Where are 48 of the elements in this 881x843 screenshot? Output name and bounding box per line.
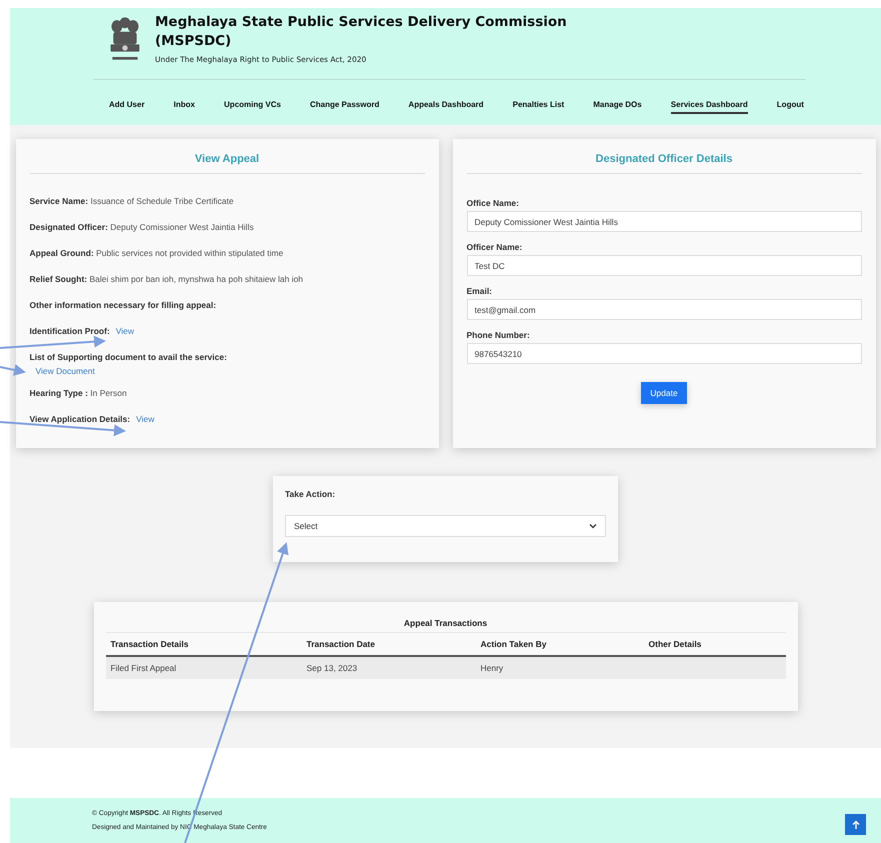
view-link[interactable]: View <box>116 326 134 336</box>
site-title: Meghalaya State Public Services Delivery Commission <box>155 13 567 32</box>
detail-text: Appeal Ground: Public services not provided within stipulated time <box>30 248 284 258</box>
column-header: Action Taken By <box>480 638 548 651</box>
view-document-link[interactable]: View Document <box>36 366 424 376</box>
arrow-up-icon <box>850 820 860 830</box>
field-label: Officer Name: <box>466 242 524 252</box>
annotation-arrow <box>0 364 26 376</box>
input-field[interactable]: 9876543210 <box>466 343 862 364</box>
nav-link[interactable]: Upcoming VCs <box>224 100 281 114</box>
field-label: Take Action: <box>285 489 336 499</box>
chevron-down-icon <box>589 523 597 529</box>
input-field[interactable]: Test DC <box>466 255 862 276</box>
table-cell: Filed First Appeal <box>110 663 176 673</box>
scroll-top-button[interactable] <box>845 814 866 835</box>
detail-label: List of Supporting document to avail the service: <box>30 352 228 362</box>
field-label: Email: <box>466 286 494 296</box>
detail-text: Service Name: Issuance of Schedule Tribe Certificate <box>30 196 235 206</box>
nav-link[interactable]: Logout <box>776 100 804 114</box>
column-header: Transaction Details <box>110 638 190 651</box>
table-cell: Sep 13, 2023 <box>306 663 358 673</box>
table-title: Appeal Transactions <box>106 618 786 633</box>
nav-link[interactable]: Appeals Dashboard <box>408 100 484 114</box>
view-link[interactable]: View <box>136 414 154 424</box>
update-button[interactable]: Update <box>641 382 687 404</box>
field-label: Office Name: <box>466 198 520 208</box>
nav-link[interactable]: Manage DOs <box>593 100 642 114</box>
action-dropdown[interactable]: Select <box>285 515 606 537</box>
nav-link[interactable]: Services Dashboard <box>670 100 748 114</box>
site-title: (MSPSDC) <box>155 32 232 51</box>
table-cell: Henry <box>480 663 504 673</box>
field-label: Phone Number: <box>466 330 531 340</box>
detail-heading: Other information necessary for filling appeal: <box>30 300 218 310</box>
detail-text: Relief Sought: Balei shim por ban ioh, mynshwa ha poh shitaiew lah ioh <box>30 274 304 284</box>
detail-text: Designated Officer: Deputy Comissioner West Jaintia Hills <box>30 222 255 232</box>
detail-label: View Application Details: <box>30 414 130 424</box>
card-title: View Appeal <box>30 147 424 174</box>
nav-link[interactable]: Penalties List <box>512 100 564 114</box>
nav-link[interactable]: Inbox <box>174 100 195 114</box>
nav-link[interactable]: Add User <box>109 100 145 114</box>
detail-label: Identification Proof: <box>30 326 110 336</box>
input-field[interactable]: test@gmail.com <box>466 299 862 320</box>
column-header: Other Details <box>648 638 702 651</box>
detail-text: Hearing Type : In Person <box>30 388 128 398</box>
input-field[interactable]: Deputy Comissioner West Jaintia Hills <box>466 211 862 232</box>
card-title: Designated Officer Details <box>466 147 862 174</box>
column-header: Transaction Date <box>306 638 376 651</box>
nav-link[interactable]: Change Password <box>310 100 380 114</box>
